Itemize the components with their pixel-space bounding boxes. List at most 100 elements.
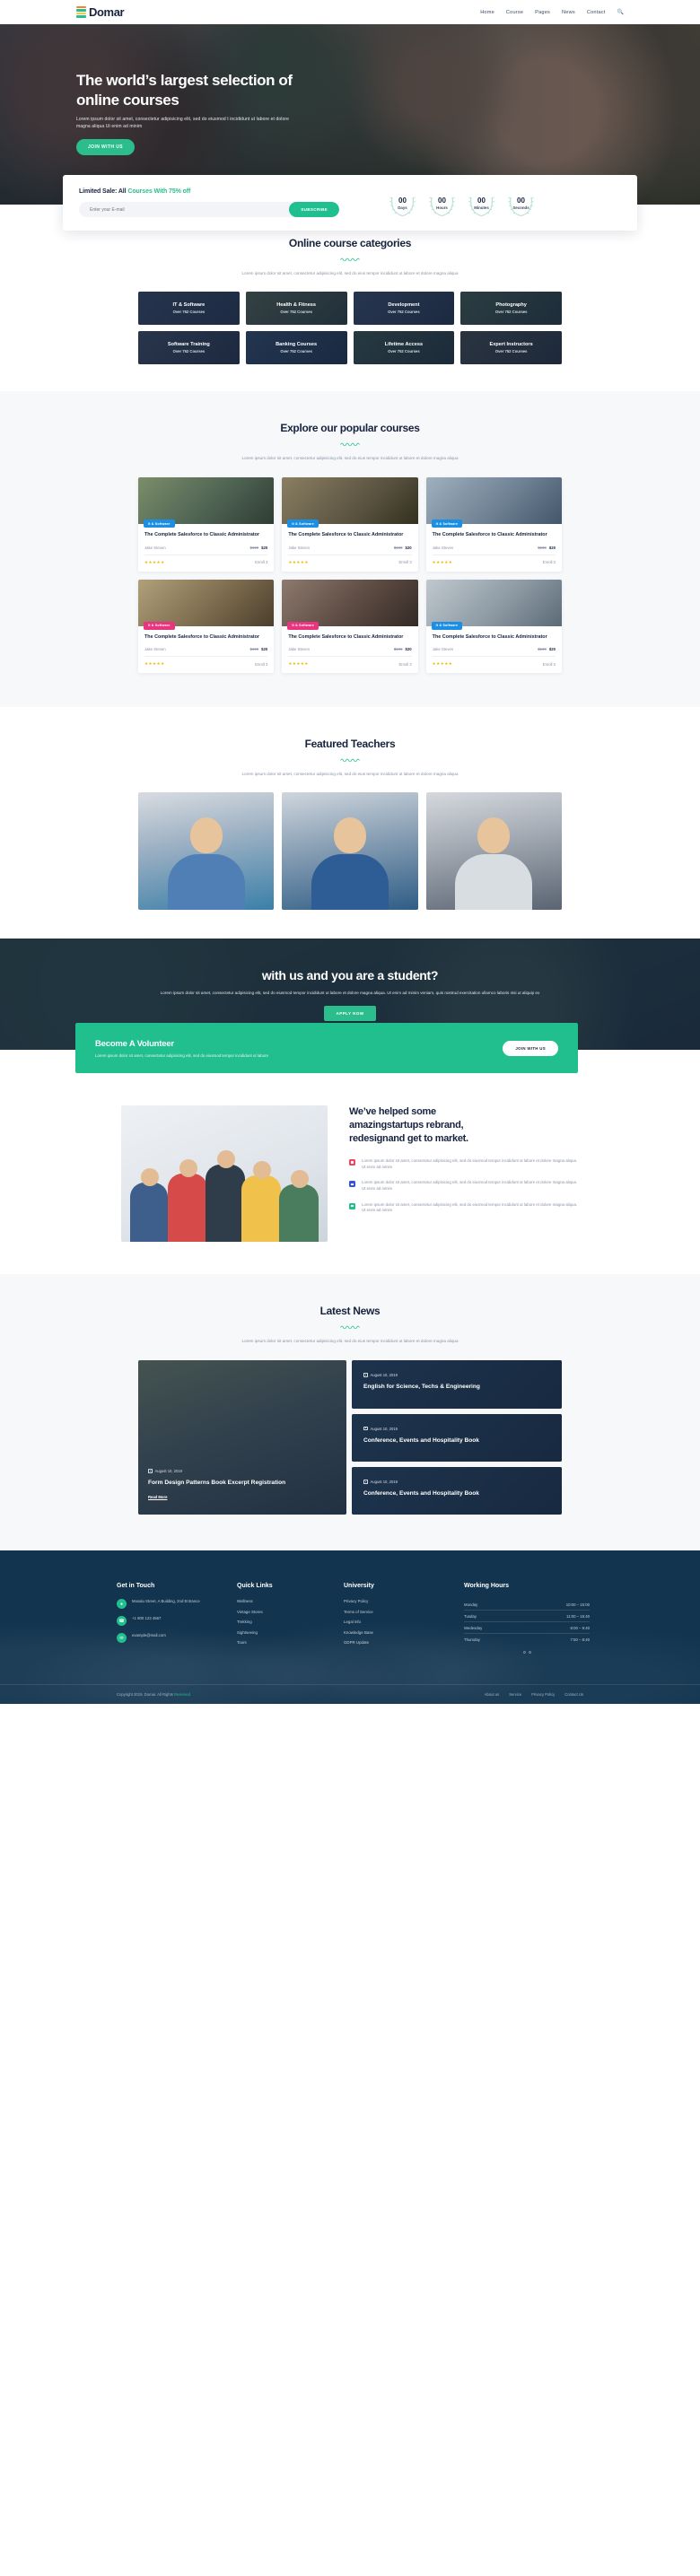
news-section: Latest News Lorem ipsum dolor sit amet, …	[0, 1274, 700, 1551]
footer-phone[interactable]: +1 800 123 4567	[132, 1616, 161, 1621]
course-tag: It & Software	[144, 621, 175, 630]
nav-item-pages[interactable]: Pages	[535, 10, 550, 15]
course-footer: ★★★★★ Enroll 3	[433, 560, 556, 565]
brand-logo[interactable]: Domar	[76, 5, 125, 19]
footer-link-trekking[interactable]: Trekking	[237, 1620, 331, 1624]
read-more-link[interactable]: Read More	[148, 1495, 167, 1499]
hours-day: Tusday	[464, 1613, 477, 1619]
bullet-square-icon	[349, 1181, 355, 1188]
course-body: The Complete Salesforce to Classic Admin…	[138, 626, 274, 674]
category-card[interactable]: Photography Over 752 Courses	[460, 292, 562, 325]
teacher-card[interactable]	[282, 792, 418, 911]
squiggle-divider-icon	[340, 258, 360, 262]
subscribe-button[interactable]: SUBSCRIBE	[289, 202, 339, 217]
course-card[interactable]: It & Software The Complete Salesforce to…	[282, 579, 418, 674]
teacher-card[interactable]	[138, 792, 275, 911]
news-featured-card[interactable]: August 10, 2019 Form Design Patterns Boo…	[138, 1360, 346, 1515]
course-tag: It & Software	[431, 520, 463, 528]
nav-item-contact[interactable]: Contact	[587, 10, 606, 15]
footer-link-sightseeing[interactable]: Sightseeing	[237, 1630, 331, 1635]
teachers-section: Featured Teachers Lorem ipsum dolor sit …	[0, 707, 700, 939]
nav-item-home[interactable]: Home	[480, 10, 494, 15]
course-author: Jake Steven	[432, 545, 454, 550]
footer-link-tours[interactable]: Tours	[237, 1640, 331, 1645]
footer-link-vintage-stores[interactable]: Vintage Stores	[237, 1610, 331, 1614]
helped-title-line2: amazingstartups rebrand,	[349, 1120, 464, 1131]
nav-item-course[interactable]: Course	[506, 10, 523, 15]
course-title: The Complete Salesforce to Classic Admin…	[288, 532, 404, 537]
news-card[interactable]: August 10, 2019 Conference, Events and H…	[352, 1413, 562, 1462]
category-name: Software Training	[167, 342, 210, 347]
category-card[interactable]: Development Over 752 Courses	[353, 292, 455, 325]
course-old-price: $199	[538, 647, 547, 652]
course-author: Jake Steven	[432, 647, 454, 652]
news-description: Lorem ipsum dolor sit amet, consectetur …	[241, 1339, 459, 1344]
footer-link-legal-info[interactable]: Legal info	[344, 1620, 451, 1624]
squiggle-divider-icon	[340, 758, 360, 763]
carousel-dots[interactable]	[464, 1651, 590, 1655]
course-enroll-count: Enroll 3	[398, 560, 412, 565]
helped-title-line3: redesignand get to market.	[349, 1133, 468, 1145]
brand-name: Domar	[89, 5, 125, 19]
courses-title: Explore our popular courses	[280, 422, 420, 434]
category-card[interactable]: Expert Instructors Over 752 Courses	[460, 331, 562, 364]
news-card[interactable]: August 10, 2019 English for Science, Tec…	[352, 1360, 562, 1409]
hours-time: 8:00 – 9:40	[570, 1625, 590, 1630]
news-date-row: August 10, 2019	[363, 1427, 550, 1431]
teacher-face	[477, 817, 511, 854]
helped-feature-item: Lorem ipsum dolor sit amet, consectetur …	[349, 1180, 579, 1192]
hours-time: 10:00 – 15:00	[565, 1602, 590, 1607]
footer-link-knowledge-base[interactable]: Knowledge Base	[344, 1630, 451, 1635]
location-pin-icon: ●	[117, 1599, 127, 1610]
footer-bottom-link-contact-us[interactable]: Contact Us	[564, 1692, 583, 1697]
email-input[interactable]	[79, 206, 290, 213]
footer-link-wellness[interactable]: Wellness	[237, 1599, 331, 1603]
nav-item-news[interactable]: News	[562, 10, 575, 15]
news-date: August 10, 2019	[370, 1373, 398, 1378]
course-card[interactable]: It & Software The Complete Salesforce to…	[425, 579, 562, 674]
footer-hours-title: Working Hours	[464, 1583, 510, 1590]
category-card[interactable]: Health & Fitness Over 752 Courses	[245, 292, 347, 325]
category-card[interactable]: IT & Software Over 752 Courses	[138, 292, 240, 325]
hours-time: 7:50 – 8:40	[570, 1637, 590, 1642]
teacher-card[interactable]	[425, 792, 562, 911]
footer-bottom-link-about-us[interactable]: About us	[485, 1692, 500, 1697]
countdown-timer: 00 Days 00 Hours 00 Minutes 00 Seconds	[388, 188, 536, 218]
footer-link-gdpr-update[interactable]: GDPR Update	[344, 1640, 451, 1645]
category-card[interactable]: Banking Courses Over 752 Courses	[245, 331, 347, 364]
course-footer: ★★★★★ Enroll 3	[288, 661, 411, 667]
course-card[interactable]: It & Software The Complete Salesforce to…	[282, 477, 418, 572]
cta-title: with us and you are a student?	[261, 967, 439, 982]
footer-quick-links-column: Quick Links Wellness Vintage Stores Trek…	[237, 1583, 331, 1654]
news-card[interactable]: August 10, 2019 Conference, Events and H…	[352, 1466, 562, 1515]
footer-link-terms-of-service[interactable]: Terms of Service	[344, 1610, 451, 1614]
countdown-hours-value: 00	[438, 196, 446, 205]
footer-bottom-link-privacy-policy[interactable]: Privacy Policy	[531, 1692, 555, 1697]
search-icon[interactable]: 🔍	[617, 9, 624, 15]
course-card[interactable]: It & Software The Complete Salesforce to…	[425, 477, 562, 572]
course-title: The Complete Salesforce to Classic Admin…	[432, 633, 547, 640]
site-header: Domar Home Course Pages News Contact 🔍	[0, 0, 700, 24]
categories-grid: IT & Software Over 752 Courses Health & …	[138, 292, 562, 364]
category-name: Banking Courses	[276, 342, 318, 347]
hero-join-button[interactable]: JOIN WITH US	[76, 139, 135, 155]
countdown-seconds-value: 00	[517, 196, 525, 205]
apply-now-button[interactable]: APPLY NOW	[323, 1005, 377, 1021]
category-card[interactable]: Lifetime Access Over 752 Courses	[353, 331, 455, 364]
footer-contact-title: Get in Touch	[117, 1583, 155, 1590]
news-side-list: August 10, 2019 English for Science, Tec…	[352, 1360, 562, 1515]
footer-email[interactable]: example@mail.com	[132, 1633, 166, 1638]
helped-title-line1: We’ve helped some	[349, 1106, 436, 1118]
copyright-link[interactable]: Reserved.	[174, 1692, 191, 1697]
category-card[interactable]: Software Training Over 752 Courses	[138, 331, 240, 364]
news-grid: August 10, 2019 Form Design Patterns Boo…	[138, 1360, 562, 1515]
volunteer-title: Become A Volunteer	[95, 1038, 174, 1049]
footer-link-privacy-policy[interactable]: Privacy Policy	[344, 1599, 451, 1603]
phone-icon: ☎	[117, 1616, 127, 1627]
footer-phone-line: ☎ +1 800 123 4567	[117, 1616, 224, 1627]
course-meta: Jake Steven $199 $20	[432, 647, 556, 658]
course-card[interactable]: It & Software The Complete Salesforce to…	[138, 579, 275, 674]
volunteer-join-button[interactable]: JOIN WITH US	[503, 1040, 558, 1056]
footer-bottom-link-service[interactable]: Service	[509, 1692, 521, 1697]
course-card[interactable]: It & Software The Complete Salesforce to…	[138, 477, 275, 572]
